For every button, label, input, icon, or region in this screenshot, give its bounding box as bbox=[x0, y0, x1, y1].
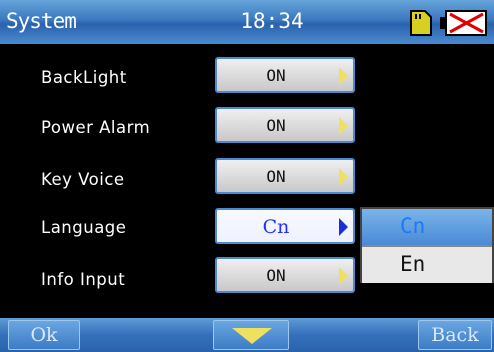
dropdown-option-cn[interactable]: Cn bbox=[362, 209, 492, 245]
key-voice-toggle-button[interactable]: ON bbox=[215, 158, 355, 194]
key-voice-label: Key Voice bbox=[41, 170, 125, 189]
title-bar: System 18:34 bbox=[0, 0, 494, 44]
language-label: Language bbox=[41, 218, 127, 237]
right-arrow-icon bbox=[339, 267, 348, 285]
battery-not-charging-icon bbox=[440, 10, 487, 36]
info-input-value: ON bbox=[266, 266, 286, 285]
info-input-label: Info Input bbox=[41, 270, 126, 289]
down-arrow-icon bbox=[232, 328, 272, 344]
power-alarm-toggle-button[interactable]: ON bbox=[215, 107, 355, 143]
key-voice-value: ON bbox=[266, 167, 286, 186]
down-button[interactable] bbox=[213, 320, 289, 350]
ok-button[interactable]: Ok bbox=[8, 320, 80, 350]
language-select-button[interactable]: Cn bbox=[215, 208, 355, 244]
screen-title: System bbox=[6, 9, 77, 33]
backlight-label: BackLight bbox=[41, 68, 127, 87]
back-button[interactable]: Back bbox=[418, 320, 492, 350]
dropdown-option-label: En bbox=[400, 252, 426, 276]
right-arrow-icon bbox=[339, 67, 348, 85]
power-alarm-label: Power Alarm bbox=[41, 118, 151, 137]
backlight-value: ON bbox=[266, 66, 286, 85]
dropdown-option-en[interactable]: En bbox=[362, 247, 492, 283]
soft-key-bar: Ok Back bbox=[0, 318, 494, 352]
backlight-toggle-button[interactable]: ON bbox=[215, 57, 355, 93]
right-arrow-icon bbox=[339, 218, 348, 236]
right-arrow-icon bbox=[339, 168, 348, 186]
dropdown-option-label: Cn bbox=[400, 214, 426, 238]
language-value: Cn bbox=[262, 216, 290, 238]
clock: 18:34 bbox=[240, 9, 304, 33]
info-input-toggle-button[interactable]: ON bbox=[215, 257, 355, 293]
language-dropdown: Cn En bbox=[360, 207, 494, 283]
power-alarm-value: ON bbox=[266, 116, 286, 135]
sd-card-icon bbox=[410, 10, 432, 36]
right-arrow-icon bbox=[339, 117, 348, 135]
